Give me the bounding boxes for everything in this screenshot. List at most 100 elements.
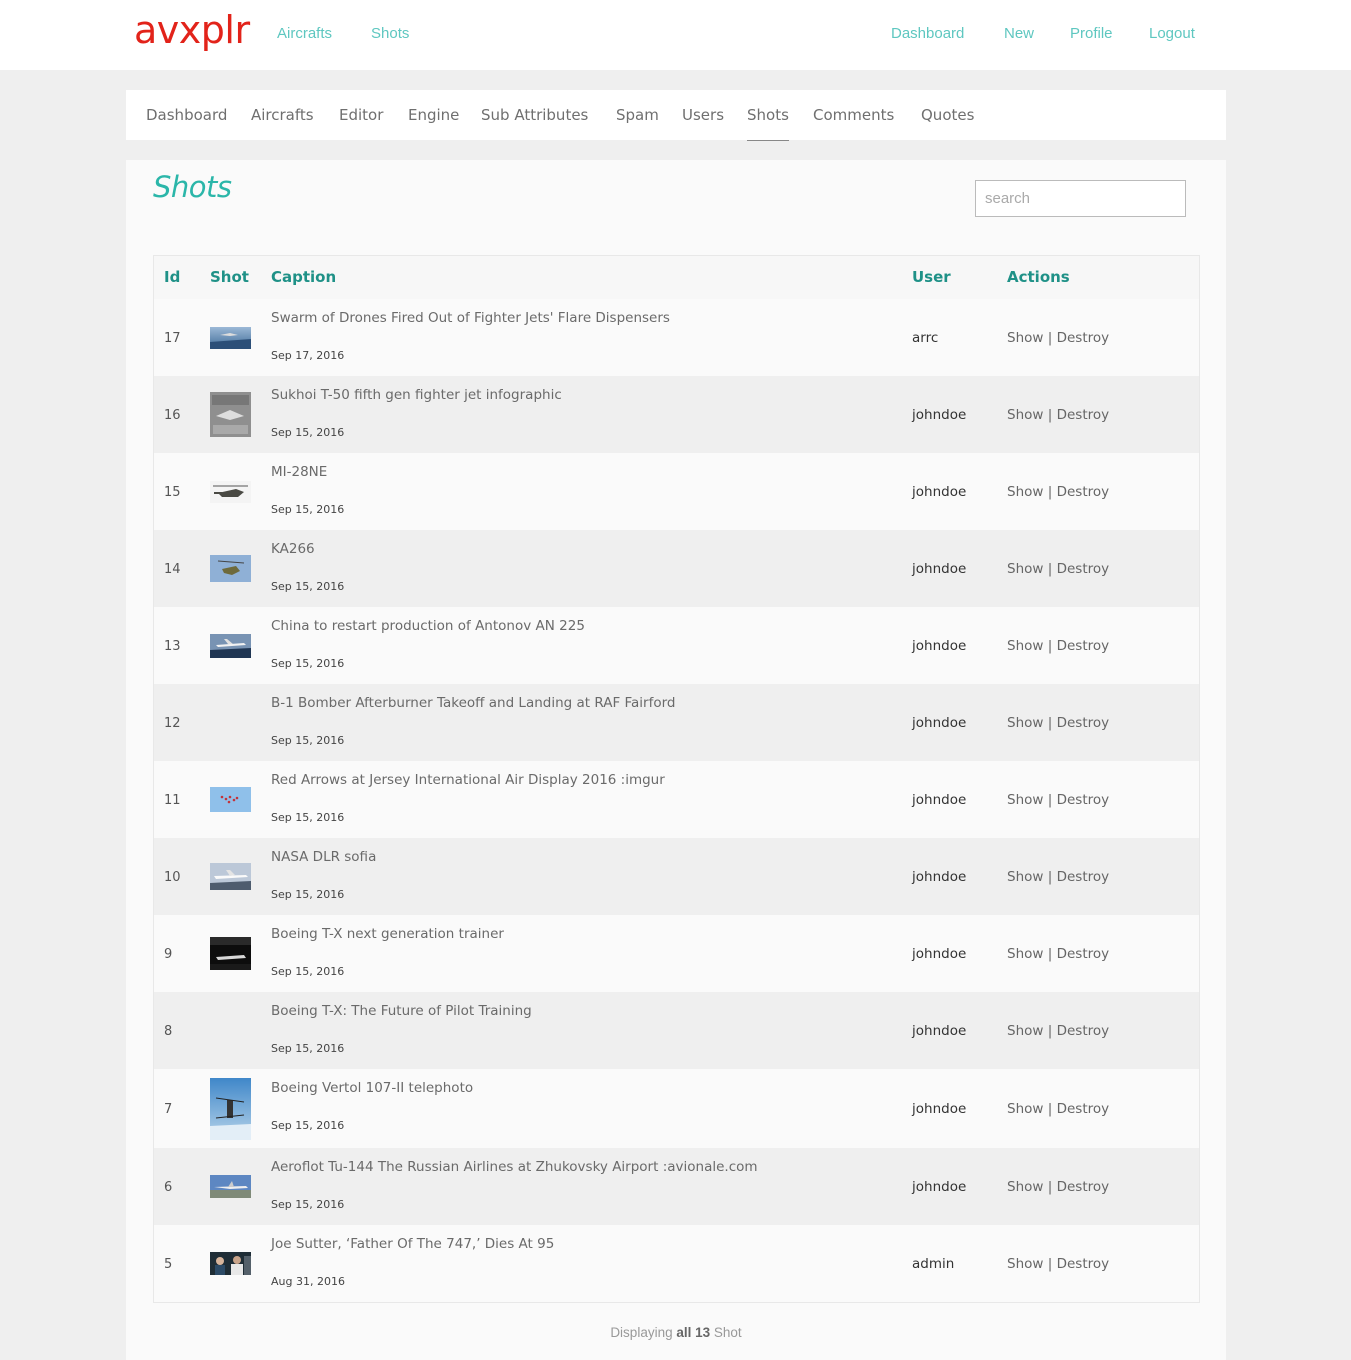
row-caption: Sukhoi T-50 fifth gen fighter jet infogr… bbox=[271, 387, 562, 403]
nav-dashboard-link[interactable]: Dashboard bbox=[891, 25, 964, 42]
show-link[interactable]: Show bbox=[1007, 1101, 1043, 1117]
show-link[interactable]: Show bbox=[1007, 330, 1043, 346]
destroy-link[interactable]: Destroy bbox=[1057, 330, 1110, 346]
content-panel: Shots Id Shot Caption User Actions 17 Swa… bbox=[126, 160, 1226, 1360]
table-row: 11 Red Arrows at Jersey International Air… bbox=[154, 761, 1199, 838]
tab-editor[interactable]: Editor bbox=[339, 106, 383, 124]
row-caption: Boeing T-X: The Future of Pilot Training bbox=[271, 1003, 532, 1019]
shot-thumbnail[interactable] bbox=[210, 937, 251, 970]
shot-thumbnail[interactable] bbox=[210, 1175, 251, 1198]
shot-thumbnail[interactable] bbox=[210, 1252, 251, 1275]
table-header: Id Shot Caption User Actions bbox=[154, 256, 1199, 299]
destroy-link[interactable]: Destroy bbox=[1057, 946, 1110, 962]
destroy-link[interactable]: Destroy bbox=[1057, 869, 1110, 885]
action-separator: | bbox=[1047, 484, 1053, 500]
show-link[interactable]: Show bbox=[1007, 407, 1043, 423]
row-id: 5 bbox=[164, 1257, 173, 1272]
row-user: johndoe bbox=[912, 638, 967, 654]
shot-thumbnail[interactable] bbox=[210, 634, 251, 658]
shot-thumbnail[interactable] bbox=[210, 863, 251, 890]
table-row: 8 Boeing T-X: The Future of Pilot Trainin… bbox=[154, 992, 1199, 1069]
show-link[interactable]: Show bbox=[1007, 561, 1043, 577]
row-actions: Show | Destroy bbox=[1007, 869, 1109, 885]
tab-sub-attributes[interactable]: Sub Attributes bbox=[481, 106, 588, 124]
show-link[interactable]: Show bbox=[1007, 1179, 1043, 1195]
destroy-link[interactable]: Destroy bbox=[1057, 484, 1110, 500]
row-id: 16 bbox=[164, 408, 181, 423]
nav-aircrafts-link[interactable]: Aircrafts bbox=[277, 25, 332, 42]
tab-aircrafts[interactable]: Aircrafts bbox=[251, 106, 314, 124]
destroy-link[interactable]: Destroy bbox=[1057, 1023, 1110, 1039]
shot-thumbnail[interactable] bbox=[210, 555, 251, 582]
row-user: johndoe bbox=[912, 407, 967, 423]
show-link[interactable]: Show bbox=[1007, 638, 1043, 654]
row-caption: Boeing T-X next generation trainer bbox=[271, 926, 504, 942]
row-user: johndoe bbox=[912, 561, 967, 577]
row-caption: MI-28NE bbox=[271, 464, 328, 480]
row-user: admin bbox=[912, 1256, 955, 1272]
action-separator: | bbox=[1047, 407, 1053, 423]
row-caption: B-1 Bomber Afterburner Takeoff and Landi… bbox=[271, 695, 676, 711]
search-input[interactable] bbox=[975, 180, 1186, 217]
row-id: 17 bbox=[164, 331, 181, 346]
row-user: johndoe bbox=[912, 1101, 967, 1117]
column-header-user[interactable]: User bbox=[912, 268, 951, 286]
pagination-count: all 13 bbox=[676, 1325, 711, 1340]
column-header-id[interactable]: Id bbox=[164, 268, 180, 286]
action-separator: | bbox=[1047, 330, 1053, 346]
destroy-link[interactable]: Destroy bbox=[1057, 1179, 1110, 1195]
action-separator: | bbox=[1047, 1023, 1053, 1039]
shot-thumbnail[interactable] bbox=[210, 327, 251, 349]
show-link[interactable]: Show bbox=[1007, 484, 1043, 500]
show-link[interactable]: Show bbox=[1007, 869, 1043, 885]
nav-shots-link[interactable]: Shots bbox=[371, 25, 409, 42]
row-date: Aug 31, 2016 bbox=[271, 1275, 345, 1288]
show-link[interactable]: Show bbox=[1007, 792, 1043, 808]
nav-profile-link[interactable]: Profile bbox=[1070, 25, 1113, 42]
destroy-link[interactable]: Destroy bbox=[1057, 561, 1110, 577]
row-date: Sep 15, 2016 bbox=[271, 965, 345, 978]
table-row: 13 China to restart production of Antonov… bbox=[154, 607, 1199, 684]
destroy-link[interactable]: Destroy bbox=[1057, 407, 1110, 423]
row-date: Sep 15, 2016 bbox=[271, 734, 345, 747]
nav-new-link[interactable]: New bbox=[1004, 25, 1034, 42]
row-id: 12 bbox=[164, 716, 181, 731]
row-user: johndoe bbox=[912, 946, 967, 962]
row-user: johndoe bbox=[912, 1179, 967, 1195]
row-user: arrc bbox=[912, 330, 939, 346]
site-logo[interactable]: avxplr bbox=[134, 8, 250, 52]
destroy-link[interactable]: Destroy bbox=[1057, 715, 1110, 731]
show-link[interactable]: Show bbox=[1007, 1023, 1043, 1039]
tab-comments[interactable]: Comments bbox=[813, 106, 894, 124]
column-header-actions: Actions bbox=[1007, 268, 1070, 286]
column-header-caption[interactable]: Caption bbox=[271, 268, 336, 286]
destroy-link[interactable]: Destroy bbox=[1057, 1256, 1110, 1272]
row-id: 8 bbox=[164, 1024, 173, 1039]
row-actions: Show | Destroy bbox=[1007, 561, 1109, 577]
row-id: 6 bbox=[164, 1180, 173, 1195]
show-link[interactable]: Show bbox=[1007, 715, 1043, 731]
row-caption: Aeroflot Tu-144 The Russian Airlines at … bbox=[271, 1159, 758, 1175]
tab-users[interactable]: Users bbox=[682, 106, 724, 124]
shot-thumbnail[interactable] bbox=[210, 481, 251, 503]
row-caption: NASA DLR sofia bbox=[271, 849, 377, 865]
row-caption: Boeing Vertol 107-II telephoto bbox=[271, 1080, 474, 1096]
tab-spam[interactable]: Spam bbox=[616, 106, 659, 124]
destroy-link[interactable]: Destroy bbox=[1057, 792, 1110, 808]
tab-quotes[interactable]: Quotes bbox=[921, 106, 974, 124]
show-link[interactable]: Show bbox=[1007, 946, 1043, 962]
destroy-link[interactable]: Destroy bbox=[1057, 638, 1110, 654]
tab-shots[interactable]: Shots bbox=[747, 106, 789, 141]
shot-thumbnail[interactable] bbox=[210, 392, 251, 437]
destroy-link[interactable]: Destroy bbox=[1057, 1101, 1110, 1117]
table-body: 17 Swarm of Drones Fired Out of Fighter J… bbox=[154, 299, 1199, 1302]
action-separator: | bbox=[1047, 1101, 1053, 1117]
show-link[interactable]: Show bbox=[1007, 1256, 1043, 1272]
row-actions: Show | Destroy bbox=[1007, 792, 1109, 808]
shot-thumbnail[interactable] bbox=[210, 787, 251, 812]
tab-dashboard[interactable]: Dashboard bbox=[146, 106, 227, 124]
row-date: Sep 15, 2016 bbox=[271, 888, 345, 901]
nav-logout-link[interactable]: Logout bbox=[1149, 25, 1195, 42]
shot-thumbnail[interactable] bbox=[210, 1078, 251, 1140]
tab-engine[interactable]: Engine bbox=[408, 106, 459, 124]
